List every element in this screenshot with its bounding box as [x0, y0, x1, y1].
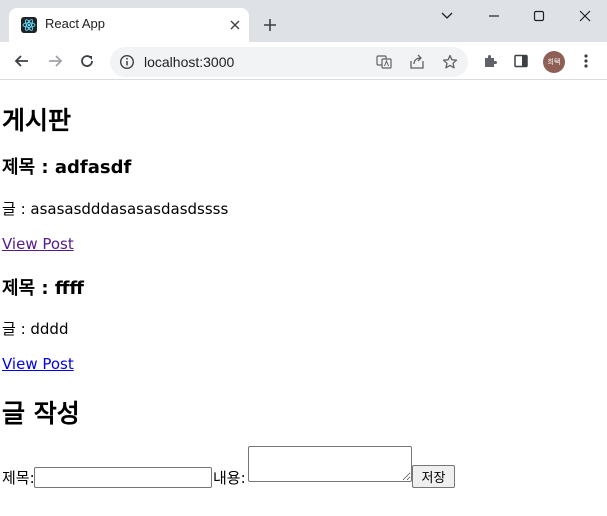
avatar[interactable]: 희택 [543, 51, 565, 73]
title-input[interactable] [34, 467, 212, 488]
menu-icon[interactable] [575, 50, 597, 72]
browser-toolbar: localhost:3000 희택 [0, 42, 607, 80]
save-button[interactable]: 저장 [412, 465, 455, 488]
post-title: 제목 : ffff [2, 278, 85, 299]
forward-icon[interactable] [44, 50, 66, 72]
form-title: 글 작성 [2, 399, 80, 428]
react-favicon-icon [21, 17, 37, 33]
plus-icon[interactable] [260, 15, 280, 35]
window-close-icon[interactable] [574, 6, 596, 26]
post-title: 제목 : adfasdf [2, 157, 132, 178]
side-panel-icon[interactable] [510, 50, 532, 72]
star-icon[interactable] [442, 54, 458, 74]
url-text: localhost:3000 [144, 54, 235, 70]
back-icon[interactable] [11, 50, 33, 72]
reload-icon[interactable] [76, 50, 98, 72]
post-body: 글 : asasasdddasasasdasdssss [2, 200, 229, 218]
tab-title: React App [45, 16, 105, 31]
minimize-icon[interactable] [483, 6, 505, 26]
content-textarea[interactable] [248, 446, 412, 482]
tab-strip: React App [0, 0, 607, 42]
view-post-link[interactable]: View Post [2, 235, 74, 253]
site-info-icon[interactable] [119, 54, 135, 74]
share-icon[interactable] [409, 54, 425, 74]
translate-icon[interactable] [376, 54, 392, 74]
title-label: 제목: [2, 469, 35, 487]
view-post-link[interactable]: View Post [2, 355, 74, 373]
extensions-icon[interactable] [479, 50, 501, 72]
post-body: 글 : dddd [2, 320, 69, 338]
page-title: 게시판 [2, 106, 72, 135]
address-bar[interactable]: localhost:3000 [110, 47, 468, 77]
tab-react-app[interactable]: React App [9, 8, 249, 42]
close-icon[interactable] [227, 17, 243, 33]
browser-window: React App localhost:3000 희택 게시판 제목: adf… [0, 0, 607, 516]
content-label: 내용: [213, 469, 246, 487]
chevron-down-icon[interactable] [436, 6, 458, 26]
maximize-icon[interactable] [528, 6, 550, 26]
